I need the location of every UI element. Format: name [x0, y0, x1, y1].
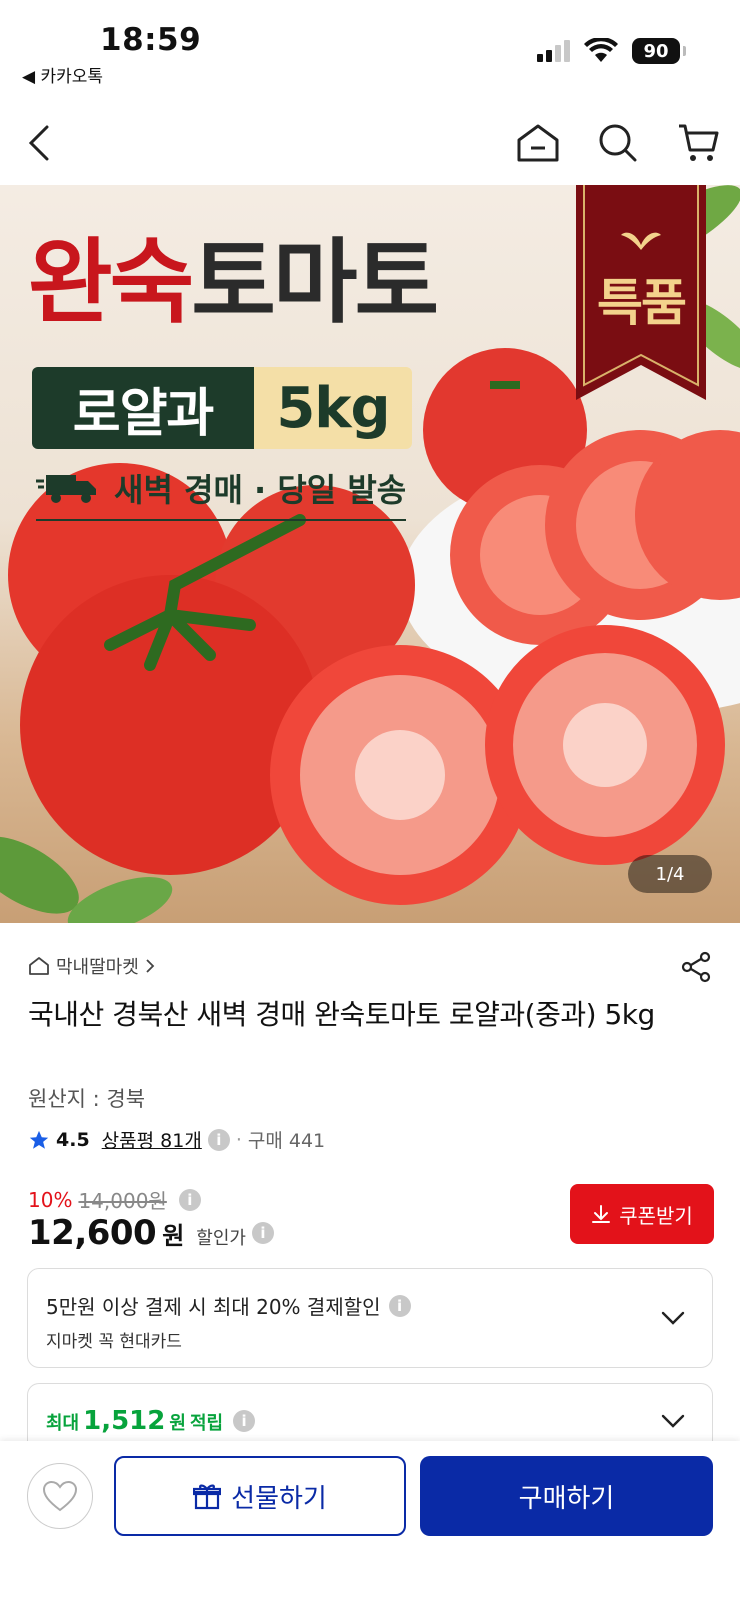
points-won: 원	[169, 1413, 186, 1434]
store-home-icon	[29, 957, 49, 975]
battery-icon: 90	[632, 38, 686, 64]
cart-icon[interactable]	[670, 115, 726, 171]
wishlist-button[interactable]	[27, 1463, 93, 1529]
store-name: 막내딸마켓	[56, 957, 139, 978]
hero-title-red: 완숙	[28, 229, 194, 336]
heart-icon	[42, 1480, 78, 1512]
star-icon	[29, 1130, 49, 1149]
rating-row: 4.5 상품평 81개 i · 구매 441	[28, 1126, 325, 1153]
info-icon[interactable]: i	[178, 1188, 201, 1211]
image-counter: 1/4	[628, 855, 712, 893]
purchase-count: 구매 441	[247, 1130, 326, 1152]
payment-discount-line: 5만원 이상 결제 시 최대 20% 결제할인 i	[46, 1291, 411, 1320]
status-time: 18:59	[100, 22, 202, 58]
search-icon[interactable]	[590, 115, 646, 171]
info-icon[interactable]: i	[207, 1128, 230, 1151]
points-amount: 1,512	[83, 1406, 166, 1436]
sale-price: 12,600	[28, 1213, 157, 1253]
points-line: 최대 1,512 원 적립 i	[46, 1406, 256, 1436]
hero-shipping-text: 새벽 경매 · 당일 발송	[114, 471, 407, 509]
cellular-signal-icon	[537, 40, 570, 62]
points-suffix: 적립	[189, 1413, 224, 1434]
gift-button-label: 선물하기	[231, 1483, 327, 1514]
price-row: 12,600 원 할인가 i	[28, 1213, 274, 1253]
buy-button[interactable]: 구매하기	[420, 1456, 713, 1536]
hero-title-dark: 토마토	[191, 229, 439, 336]
info-icon[interactable]: i	[388, 1294, 411, 1317]
download-icon	[592, 1205, 611, 1223]
status-icons: 90	[537, 38, 686, 64]
product-title: 국내산 경북산 새벽 경매 완숙토마토 로얄과(중과) 5kg	[28, 998, 655, 1031]
home-icon[interactable]	[510, 115, 566, 171]
bottom-action-bar: 선물하기 구매하기	[0, 1441, 740, 1608]
gift-button[interactable]: 선물하기	[114, 1456, 406, 1536]
chevron-down-icon[interactable]	[660, 1408, 686, 1434]
chevron-right-icon	[146, 959, 155, 973]
truck-icon	[36, 475, 96, 503]
points-prefix: 최대	[46, 1413, 80, 1434]
coupon-button[interactable]: 쿠폰받기	[570, 1184, 714, 1244]
product-origin: 원산지 : 경북	[28, 1087, 146, 1111]
info-icon[interactable]: i	[233, 1410, 256, 1432]
original-price: 14,000원	[78, 1189, 167, 1213]
payment-discount-text: 5만원 이상 결제 시 최대 20% 결제할인	[46, 1295, 381, 1319]
status-bar: 18:59 ◀ 카카오톡 90	[0, 0, 740, 100]
discount-row: 10% 14,000원 i	[28, 1185, 201, 1214]
top-nav	[0, 105, 740, 185]
rating-score: 4.5	[56, 1128, 90, 1151]
hero-pill-grade: 로얄과	[32, 367, 254, 449]
payment-discount-card[interactable]: 5만원 이상 결제 시 최대 20% 결제할인 i 지마켓 꼭 현대카드	[27, 1268, 713, 1368]
hero-pill-weight: 5kg	[254, 367, 412, 449]
hero-shipping-line: 새벽 경매 · 당일 발송	[36, 465, 407, 521]
separator-dot: ·	[235, 1128, 242, 1151]
review-link[interactable]: 상품평 81개	[102, 1126, 202, 1153]
sale-price-label: 할인가	[196, 1228, 246, 1249]
back-to-app-link[interactable]: ◀ 카카오톡	[22, 62, 103, 87]
info-icon[interactable]: i	[251, 1222, 274, 1244]
store-link[interactable]: 막내딸마켓	[28, 953, 155, 979]
price-currency: 원	[162, 1222, 185, 1250]
hero-grade-pill: 로얄과 5kg	[32, 367, 412, 449]
product-hero-image[interactable]: 완숙토마토 로얄과 5kg 새벽 경매 · 당일 발송 특품 1/4	[0, 185, 740, 923]
premium-ribbon-label: 특품	[597, 274, 687, 332]
wifi-icon	[584, 38, 618, 62]
gift-icon	[193, 1484, 222, 1510]
payment-card-name: 지마켓 꼭 현대카드	[46, 1332, 182, 1352]
hero-title: 완숙토마토	[28, 237, 439, 329]
chevron-down-icon[interactable]	[660, 1305, 686, 1331]
discount-percent: 10%	[28, 1187, 73, 1212]
back-icon[interactable]	[12, 115, 68, 171]
share-icon[interactable]	[676, 947, 716, 987]
coupon-button-label: 쿠폰받기	[619, 1203, 693, 1228]
